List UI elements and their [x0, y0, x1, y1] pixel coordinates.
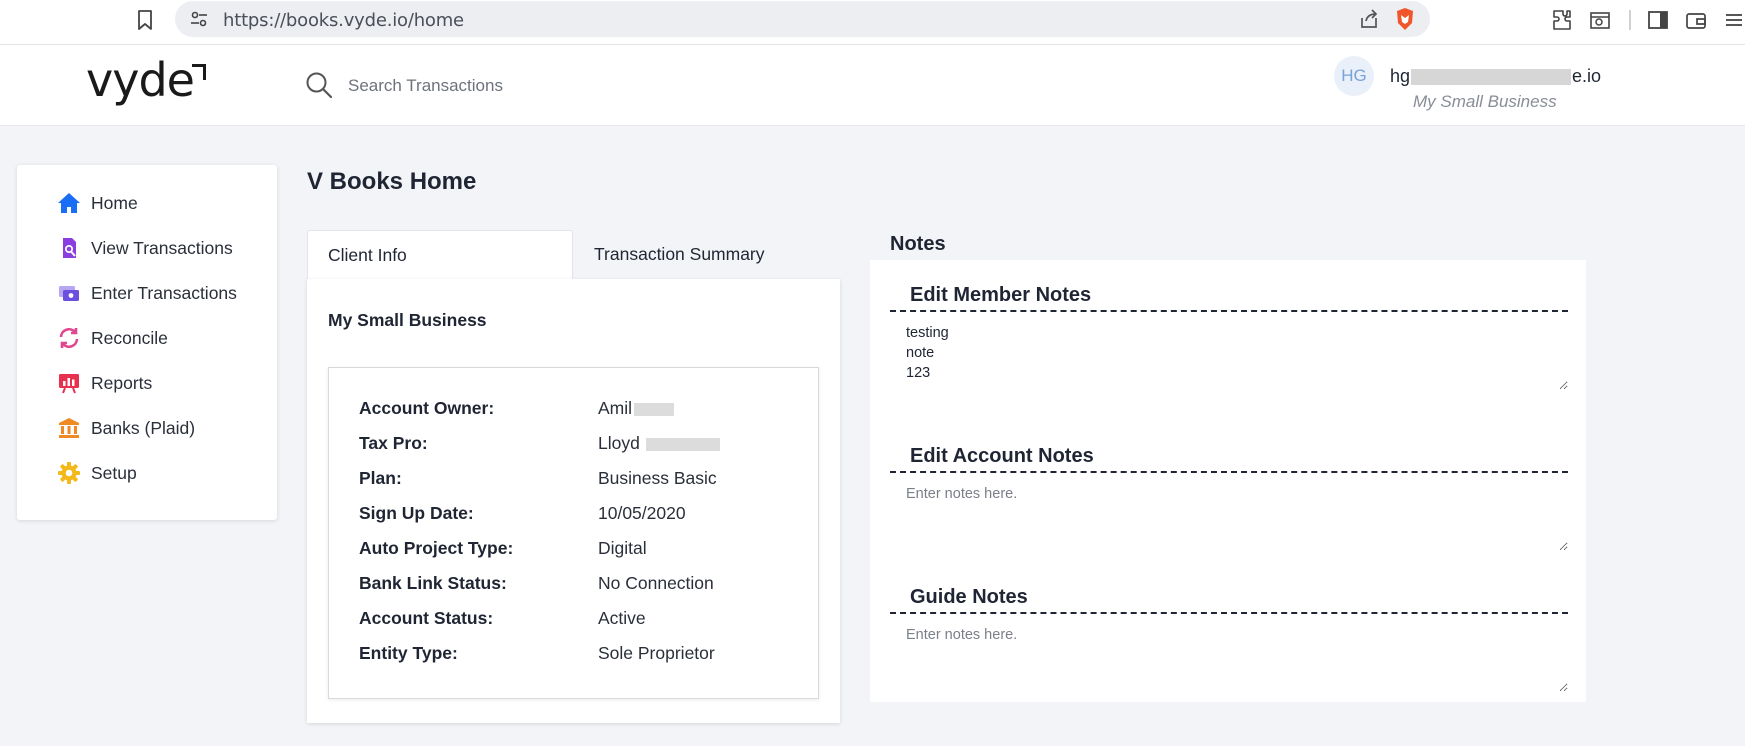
browser-toolbar: https://books.vyde.io/home [0, 0, 1745, 45]
sidebar-item-reports[interactable]: Reports [57, 370, 152, 396]
share-icon[interactable] [1358, 8, 1380, 30]
reconcile-icon [59, 328, 79, 348]
wallet-icon[interactable] [1684, 8, 1708, 32]
info-label: Plan: [359, 468, 402, 488]
sidebar-item-label: Reports [91, 372, 153, 393]
info-row-account-owner: Account Owner: Amil [359, 398, 799, 422]
avatar[interactable]: HG [1334, 56, 1374, 96]
info-label: Auto Project Type: [359, 538, 514, 558]
info-label: Account Status: [359, 608, 494, 628]
menu-icon[interactable] [1722, 8, 1745, 32]
sidebar-item-label: View Transactions [91, 237, 233, 258]
enter-transactions-icon [59, 286, 79, 301]
guide-notes-title: Guide Notes [890, 580, 1568, 614]
info-row-sign-up-date: Sign Up Date: 10/05/2020 [359, 503, 799, 527]
vyde-logo[interactable]: vyde [86, 57, 195, 103]
sidebar-item-label: Home [91, 192, 138, 213]
client-info-panel: My Small Business Account Owner: Amil Ta… [307, 279, 840, 723]
info-value: Lloyd [598, 433, 720, 454]
sidebar: Home View Transactions Enter Transaction… [17, 165, 277, 520]
sidebar-item-banks[interactable]: Banks (Plaid) [57, 415, 195, 441]
reports-icon [59, 374, 79, 394]
guide-notes-textarea[interactable] [890, 614, 1568, 692]
info-value: Active [598, 608, 646, 628]
info-value: Business Basic [598, 468, 717, 488]
brave-shield-icon[interactable] [1394, 7, 1416, 31]
info-label: Bank Link Status: [359, 573, 507, 593]
tab-client-info[interactable]: Client Info [307, 230, 573, 280]
info-row-plan: Plan: Business Basic [359, 468, 799, 492]
bookmark-icon[interactable] [133, 8, 157, 32]
info-label: Tax Pro: [359, 433, 428, 453]
sidebar-item-home[interactable]: Home [57, 190, 138, 216]
sidebar-item-label: Reconcile [91, 327, 168, 348]
member-notes-title: Edit Member Notes [890, 278, 1568, 312]
business-name: My Small Business [328, 310, 487, 330]
sidebar-item-label: Banks (Plaid) [91, 417, 196, 438]
info-row-entity-type: Entity Type: Sole Proprietor [359, 643, 799, 667]
extensions-icon[interactable] [1550, 8, 1574, 32]
info-label: Entity Type: [359, 643, 458, 663]
notes-heading: Notes [890, 233, 946, 255]
guide-notes-section: Guide Notes [890, 580, 1568, 692]
sidebar-item-enter-transactions[interactable]: Enter Transactions [57, 280, 237, 306]
user-business-name: My Small Business [1413, 92, 1557, 111]
user-email-start: hg [1390, 66, 1411, 86]
tab-transaction-summary[interactable]: Transaction Summary [573, 230, 840, 280]
url-text[interactable]: https://books.vyde.io/home [223, 10, 464, 31]
account-notes-textarea[interactable] [890, 473, 1568, 551]
sidebar-item-label: Enter Transactions [91, 282, 237, 303]
user-email[interactable]: hg e.io [1390, 66, 1601, 87]
info-label: Sign Up Date: [359, 503, 474, 523]
bank-icon [59, 418, 79, 438]
toolbar-divider [1629, 10, 1631, 30]
view-transactions-icon [63, 238, 76, 258]
tab-search-icon[interactable] [1588, 8, 1612, 32]
info-tabs: Client Info Transaction Summary [307, 230, 840, 280]
gear-icon [58, 462, 80, 484]
info-row-account-status: Account Status: Active [359, 608, 799, 632]
search-icon[interactable] [304, 70, 334, 100]
redacted-text [1411, 69, 1572, 86]
sidebar-item-setup[interactable]: Setup [57, 460, 137, 486]
sidebar-item-reconcile[interactable]: Reconcile [57, 325, 168, 351]
page-title: V Books Home [307, 168, 477, 195]
redacted-text [634, 402, 675, 416]
address-bar[interactable]: https://books.vyde.io/home [175, 1, 1430, 37]
redacted-text [645, 437, 720, 451]
sidebar-item-view-transactions[interactable]: View Transactions [57, 235, 233, 261]
info-value-text: Lloyd [598, 433, 640, 453]
account-notes-section: Edit Account Notes [890, 439, 1568, 551]
info-row-auto-project-type: Auto Project Type: Digital [359, 538, 799, 562]
info-value: No Connection [598, 573, 714, 593]
info-row-tax-pro: Tax Pro: Lloyd [359, 433, 799, 457]
logo-mark [192, 64, 206, 80]
info-value: Sole Proprietor [598, 643, 715, 663]
info-value-text: Amil [598, 398, 633, 418]
info-value: Digital [598, 538, 647, 558]
info-label: Account Owner: [359, 398, 495, 418]
app-header: vyde HG hg e.io My Small Business [0, 45, 1745, 126]
search-transactions-input[interactable] [348, 73, 648, 99]
info-value: Amil [598, 398, 675, 419]
notes-panel: Edit Member Notes testing note 123 Edit … [870, 260, 1586, 702]
client-info-box: Account Owner: Amil Tax Pro: Lloyd Plan:… [328, 367, 819, 699]
info-value: 10/05/2020 [598, 503, 686, 523]
home-icon [58, 193, 80, 213]
sidebar-item-label: Setup [91, 462, 137, 483]
member-notes-section: Edit Member Notes testing note 123 [890, 278, 1568, 390]
member-notes-textarea[interactable]: testing note 123 [890, 312, 1568, 390]
site-settings-icon[interactable] [189, 9, 209, 29]
user-email-end: e.io [1572, 66, 1602, 86]
info-row-bank-link-status: Bank Link Status: No Connection [359, 573, 799, 597]
sidebar-toggle-icon[interactable] [1646, 8, 1670, 32]
account-notes-title: Edit Account Notes [890, 439, 1568, 473]
